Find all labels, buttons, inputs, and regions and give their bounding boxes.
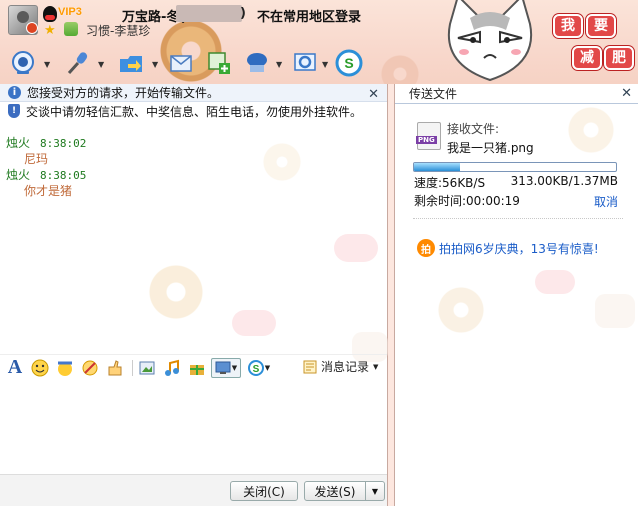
cloud-decoration (232, 310, 276, 336)
message-history[interactable]: 烛火 8:38:02 尼玛 烛火 8:38:05 你才是猪 (0, 122, 388, 362)
info-icon: i (8, 86, 21, 99)
message-history-button[interactable]: 消息记录 ▼ (302, 358, 378, 375)
message-text: 你才是猪 (24, 184, 73, 198)
transfer-title: 传送文件 (409, 87, 458, 101)
cloud-decoration (334, 234, 378, 262)
settings-icon[interactable] (290, 48, 320, 78)
masked-region (176, 5, 242, 22)
chevron-down-icon[interactable]: ▼ (98, 60, 104, 69)
bubble-label: 肥 (604, 46, 634, 70)
magic-emoji-icon[interactable] (54, 358, 76, 378)
divider (413, 218, 623, 219)
chevron-down-icon[interactable]: ▼ (276, 60, 282, 69)
progress-fill (414, 163, 461, 171)
close-icon[interactable]: ✕ (368, 87, 379, 102)
chat-window-header: VIP3 万宝路-冬( ) 不在常用地区登录 ★ 习惯-李慧珍 我 要 减 肥 … (0, 0, 638, 84)
shield-icon: ! (8, 104, 20, 118)
bubble-label: 要 (586, 14, 616, 38)
close-icon[interactable]: ✕ (621, 86, 632, 101)
soso-icon[interactable]: S (334, 48, 364, 78)
message-input[interactable] (0, 380, 387, 474)
donut-decoration (380, 54, 420, 84)
vip-badge[interactable]: VIP3 (58, 6, 82, 18)
close-button[interactable]: 关闭(C) (230, 481, 298, 501)
gift-icon[interactable] (186, 358, 208, 378)
donut-decoration (435, 284, 487, 336)
music-icon[interactable] (161, 358, 183, 378)
screen-capture-icon[interactable]: ▼ (211, 357, 241, 378)
message-time: 8:38:05 (40, 169, 87, 182)
notice-text: 交谈中请勿轻信汇款、中奖信息、陌生电话，勿使用外挂软件。 (26, 104, 363, 119)
file-transfer-panel: 传送文件 ✕ PNG 接收文件: 我是一只猪.png 速度:56KB/S 313… (394, 84, 638, 506)
chevron-down-icon[interactable]: ▼ (322, 60, 328, 69)
message-sender: 烛火 (6, 168, 31, 182)
add-app-icon[interactable] (204, 48, 234, 78)
message-header: 烛火 8:38:02 (6, 134, 86, 151)
transfer-panel-header: 传送文件 ✕ (395, 84, 638, 104)
nudge-icon[interactable] (104, 358, 126, 378)
message-sender: 烛火 (6, 136, 31, 150)
message-time: 8:38:02 (40, 137, 87, 150)
security-notice: ! 交谈中请勿轻信汇款、中奖信息、陌生电话，勿使用外挂软件。 (0, 102, 387, 120)
paipai-icon: 拍 (417, 239, 435, 257)
toast-decoration (595, 294, 635, 328)
svg-text:S: S (344, 55, 353, 71)
send-file-icon[interactable] (116, 48, 146, 78)
promo-link[interactable]: 拍拍网6岁庆典，13号有惊喜! (439, 240, 599, 257)
emoji-icon[interactable] (29, 358, 51, 378)
history-label: 消息记录 (321, 360, 370, 374)
contact-name-suffix: ) (240, 6, 246, 21)
cancel-link[interactable]: 取消 (594, 193, 618, 210)
svg-text:S: S (252, 364, 259, 375)
history-icon (303, 360, 317, 373)
transfer-size: 313.00KB/1.37MB (510, 174, 618, 188)
input-toolbar: A ▼ S ▼ 消息记录 ▼ (0, 354, 387, 380)
remaining-time: 剩余时间:00:00:19 (414, 194, 520, 208)
bubble-label: 减 (572, 46, 602, 70)
donut-decoration (565, 104, 617, 156)
transfer-progress-bar (413, 162, 617, 172)
busy-status-icon (26, 22, 38, 34)
remote-assist-icon[interactable] (242, 48, 272, 78)
cloud-decoration (535, 270, 575, 294)
send-options-chevron-icon[interactable]: ▼ (365, 481, 385, 501)
voice-call-icon[interactable] (62, 48, 92, 78)
transfer-accepted-notice: i 您接受对方的请求，开始传输文件。 ✕ (0, 84, 387, 102)
location-warning: 不在常用地区登录 (257, 10, 362, 25)
plant-icon (64, 22, 78, 36)
main-toolbar: ▼ ▼ ▼ ▼ ▼ S (0, 48, 380, 82)
chevron-down-icon[interactable]: ▼ (44, 60, 50, 69)
message-text: 尼玛 (24, 152, 49, 166)
action-bar: 关闭(C) 发送(S) ▼ (0, 474, 387, 506)
chevron-down-icon: ▼ (373, 362, 379, 371)
send-button[interactable]: 发送(S) (304, 481, 366, 501)
soso-search-icon[interactable]: S ▼ (244, 358, 274, 378)
cat-mascot-icon (447, 0, 533, 82)
contact-signature: 习惯-李慧珍 (86, 24, 151, 38)
video-call-icon[interactable] (8, 48, 38, 78)
donut-decoration (262, 142, 302, 182)
donut-decoration (144, 260, 208, 324)
chevron-down-icon[interactable]: ▼ (152, 60, 158, 69)
font-icon[interactable]: A (4, 356, 26, 378)
notice-text: 您接受对方的请求，开始传输文件。 (27, 86, 220, 100)
receive-label: 接收文件: (447, 122, 500, 136)
file-name: 我是一只猪.png (447, 141, 534, 155)
star-icon: ★ (44, 23, 56, 38)
screenshot-icon[interactable] (136, 358, 158, 378)
email-icon[interactable] (166, 48, 196, 78)
scrawl-icon[interactable] (79, 358, 101, 378)
message-header: 烛火 8:38:05 (6, 166, 86, 183)
qq-penguin-icon (43, 6, 57, 22)
chat-pane: i 您接受对方的请求，开始传输文件。 ✕ ! 交谈中请勿轻信汇款、中奖信息、陌生… (0, 84, 388, 506)
transfer-speed: 速度:56KB/S (414, 176, 486, 190)
bubble-label: 我 (553, 14, 583, 38)
png-file-icon: PNG (416, 122, 441, 150)
